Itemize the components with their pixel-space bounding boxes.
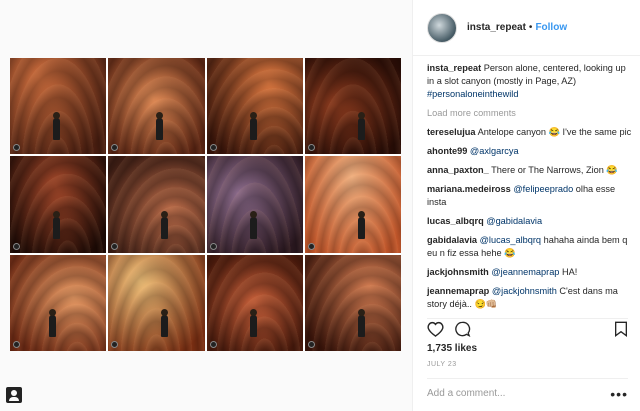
tile-badge-icon (307, 242, 315, 250)
add-comment-bar: Add a comment... ••• (427, 378, 628, 408)
comment-text: HA! (559, 267, 578, 277)
comment-mention[interactable]: @gabidalavia (486, 216, 542, 226)
comment-mention[interactable]: @jackjohnsmith (492, 286, 557, 296)
caption-hashtag[interactable]: #personaloneinthewild (427, 89, 518, 99)
bookmark-icon[interactable] (614, 321, 628, 337)
likes-count[interactable]: 1,735 likes (427, 343, 477, 354)
canyon-photo-tile (108, 58, 205, 155)
tile-badge-icon (209, 144, 217, 152)
person-figure (161, 309, 169, 337)
comment-username[interactable]: anna_paxton_ (427, 165, 489, 175)
comment-row: anna_paxton_ There or The Narrows, Zion … (427, 164, 632, 177)
photo-collage[interactable] (10, 58, 401, 351)
comment-row: gabidalavia @lucas_albqrq hahaha ainda b… (427, 234, 632, 260)
comment-username[interactable]: jackjohnsmith (427, 267, 489, 277)
more-options-button[interactable]: ••• (610, 386, 628, 402)
canyon-photo-tile (108, 156, 205, 253)
comment-text: Antelope canyon 😂 I've the same pic (477, 127, 632, 137)
separator-dot: • (528, 22, 533, 33)
canyon-photo-tile (304, 58, 401, 155)
person-figure (156, 112, 164, 141)
canyon-wall-texture (10, 254, 107, 351)
canyon-photo-tile (10, 156, 107, 253)
canyon-wall-texture (108, 254, 205, 351)
person-figure (357, 309, 365, 337)
post-header: insta_repeat • Follow (413, 0, 640, 56)
action-bar (427, 318, 628, 338)
canyon-wall-texture (304, 58, 401, 155)
person-figure (249, 309, 257, 337)
canyon-photo-tile (10, 58, 107, 155)
person-figure (249, 210, 257, 239)
person-figure (357, 210, 365, 239)
canyon-wall-texture (108, 156, 205, 253)
canyon-photo-tile (206, 254, 303, 351)
tile-badge-icon (13, 341, 20, 348)
comment-username[interactable]: tereselujua (427, 127, 476, 137)
canyon-photo-tile (206, 156, 303, 253)
person-figure (53, 112, 61, 141)
comments-list: insta_repeat Person alone, centered, loo… (427, 62, 632, 317)
follow-button[interactable]: Follow (535, 22, 567, 33)
person-figure (48, 309, 56, 337)
comment-row: lucas_albqrq @gabidalavia (427, 215, 632, 228)
avatar[interactable] (427, 12, 457, 43)
comment-username[interactable]: ahonte99 (427, 146, 467, 156)
load-more-comments[interactable]: Load more comments (427, 107, 632, 120)
comment-mention[interactable]: @lucas_albqrq (480, 235, 541, 245)
comment-username[interactable]: mariana.medeiross (427, 184, 511, 194)
caption-username[interactable]: insta_repeat (427, 63, 481, 73)
comment-username[interactable]: gabidalavia (427, 235, 477, 245)
canyon-wall-texture (304, 156, 401, 253)
comment-mention[interactable]: @jeannemaprap (491, 267, 559, 277)
header-username[interactable]: insta_repeat (467, 22, 526, 33)
canyon-photo-tile (304, 156, 401, 253)
post-sidebar: insta_repeat • Follow insta_repeat Perso… (412, 0, 640, 411)
canyon-photo-tile (108, 254, 205, 351)
person-figure (161, 210, 169, 239)
tile-badge-icon (307, 341, 315, 348)
caption: insta_repeat Person alone, centered, loo… (427, 62, 632, 101)
heart-icon[interactable] (427, 321, 444, 337)
comment-username[interactable]: lucas_albqrq (427, 216, 484, 226)
person-figure (53, 210, 61, 239)
add-comment-input[interactable]: Add a comment... (427, 388, 610, 399)
post-date: JULY 23 (427, 361, 457, 368)
photo-panel (0, 0, 412, 411)
comment-row: jackjohnsmith @jeannemaprap HA! (427, 266, 632, 279)
comment-username[interactable]: jeannemaprap (427, 286, 489, 296)
comment-row: jeannemaprap @jackjohnsmith C'est dans m… (427, 285, 632, 311)
comment-row: ahonte99 @axlgarcya (427, 145, 632, 158)
person-figure (357, 112, 365, 141)
canyon-photo-tile (10, 254, 107, 351)
comment-mention[interactable]: @axlgarcya (470, 146, 519, 156)
tile-badge-icon (13, 242, 20, 250)
user-tag-icon[interactable] (6, 387, 22, 403)
canyon-wall-texture (304, 254, 401, 351)
tile-badge-icon (111, 242, 119, 250)
tile-badge-icon (209, 341, 217, 348)
comment-icon[interactable] (454, 321, 471, 337)
canyon-photo-tile (304, 254, 401, 351)
tile-badge-icon (209, 242, 217, 250)
canyon-photo-tile (206, 58, 303, 155)
comment-text: There or The Narrows, Zion 😂 (491, 165, 618, 175)
person-figure (249, 112, 257, 141)
comment-mention[interactable]: @felipeeprado (513, 184, 573, 194)
comment-row: tereselujua Antelope canyon 😂 I've the s… (427, 126, 632, 139)
comment-row: mariana.medeiross @felipeeprado olha ess… (427, 183, 632, 209)
